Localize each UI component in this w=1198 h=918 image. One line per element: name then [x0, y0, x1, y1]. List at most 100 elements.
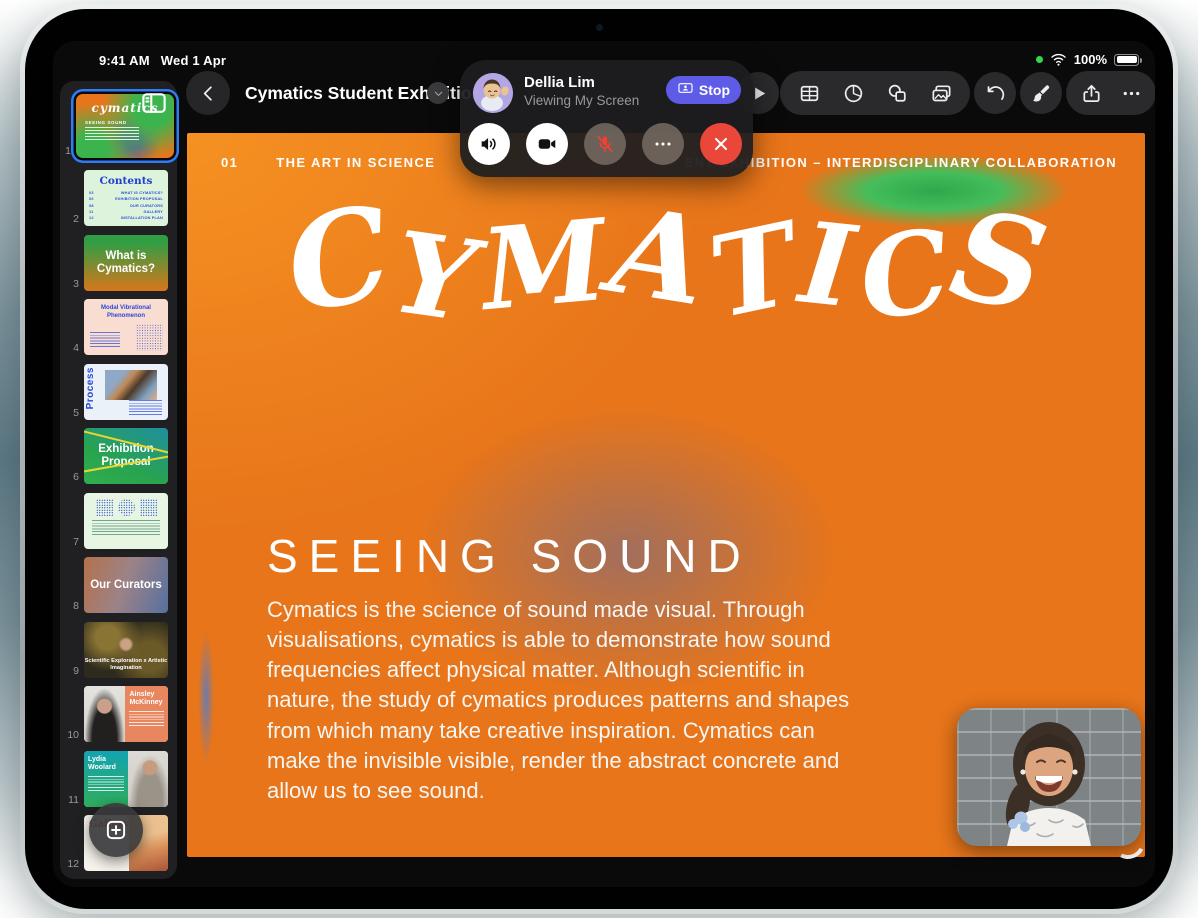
slide-number: 7: [73, 535, 79, 548]
ipad-device-frame: 9:41 AM Wed 1 Apr 100% Cymatics Student …: [20, 4, 1178, 914]
slide-page-number[interactable]: 01: [221, 155, 238, 170]
format-brush-icon: [1032, 84, 1049, 102]
back-button[interactable]: [186, 71, 230, 115]
thumb-photo: [84, 686, 126, 742]
undo-button[interactable]: [974, 72, 1016, 114]
thumb-photo: [105, 369, 157, 400]
slide-thumbnail-3[interactable]: What is Cymatics?: [84, 234, 168, 291]
slide-row: 7: [60, 492, 173, 549]
slide-thumbnail-10[interactable]: Ainsley McKinney: [84, 686, 168, 742]
slide-title-letter: T: [699, 198, 809, 345]
pattern-graphic: [136, 324, 163, 351]
slide-row: 5 Process: [60, 363, 173, 420]
mic-off-icon: [597, 136, 613, 153]
slide-thumbnail-9[interactable]: Scientific Exploration x Artistic Imagin…: [84, 621, 168, 678]
slide-row: 8 Our Curators: [60, 557, 173, 613]
slide-row: 9 Scientific Exploration x Artistic Imagi…: [60, 621, 173, 678]
chevron-down-icon: [434, 91, 442, 96]
slide-row: 4 Modal Vibrational Phenomenon: [60, 299, 173, 355]
slide-number: 10: [67, 729, 79, 741]
format-button[interactable]: [1020, 72, 1062, 114]
memoji-avatar: [473, 73, 513, 113]
slide-number: 11: [68, 793, 79, 806]
status-date: Wed 1 Apr: [160, 53, 227, 68]
slide-row: 3 What is Cymatics?: [60, 234, 173, 291]
shareplay-status: Viewing My Screen: [524, 93, 640, 108]
battery-icon: [1114, 53, 1142, 66]
green-dot-icon: [1035, 56, 1043, 63]
slide-title-letter: C: [851, 204, 959, 347]
mute-button[interactable]: [584, 123, 626, 165]
add-slide-button[interactable]: [89, 803, 143, 857]
slide-number: 8: [73, 600, 79, 612]
slide-row: 11 Lydia Woolard: [60, 750, 173, 807]
chevron-left-icon: [203, 85, 212, 101]
share-button[interactable]: [1076, 76, 1106, 110]
camera-button[interactable]: [526, 123, 568, 165]
chart-icon: [844, 84, 862, 102]
share-icon: [1082, 84, 1100, 102]
slide-number: 12: [67, 858, 79, 870]
title-menu-button[interactable]: [427, 82, 449, 104]
insert-media-button[interactable]: [926, 76, 956, 110]
wifi-icon: [1051, 53, 1066, 66]
slide-thumbnail-6[interactable]: Exhibition Proposal: [84, 428, 168, 484]
call-more-button[interactable]: [642, 123, 684, 165]
facetime-shareplay-overlay: Dellia Lim Viewing My Screen Stop: [460, 60, 753, 177]
slide-number: 5: [73, 406, 79, 419]
contents-item: 12 INSTALLATION PLAN: [89, 216, 163, 220]
close-icon: [714, 137, 728, 151]
slide-heading[interactable]: SEEING SOUND: [267, 529, 752, 583]
thumb-contents-title: Contents: [99, 175, 153, 187]
stop-sharing-button[interactable]: Stop: [665, 76, 741, 104]
slide-thumbnail-4[interactable]: Modal Vibrational Phenomenon: [84, 299, 168, 355]
undo-icon: [987, 85, 1004, 100]
ipad-bezel: 9:41 AM Wed 1 Apr 100% Cymatics Student …: [25, 9, 1173, 909]
screen-share-icon: [678, 83, 693, 93]
call-controls: [460, 123, 753, 165]
slide-number: 1: [65, 145, 71, 157]
more-icon: [1123, 91, 1139, 95]
slide-title-letter: Y: [385, 206, 484, 348]
slide-number: 2: [73, 213, 79, 225]
shapes-icon: [888, 84, 906, 102]
slide-thumbnail-5[interactable]: Process: [84, 363, 168, 420]
status-bar-right: 100%: [1035, 52, 1142, 67]
insert-chart-button[interactable]: [838, 76, 868, 110]
table-icon: [800, 85, 818, 101]
ipad-screen: 9:41 AM Wed 1 Apr 100% Cymatics Student …: [53, 41, 1155, 887]
facetime-pip-video[interactable]: [957, 708, 1141, 846]
slide-thumbnail-8[interactable]: Our Curators: [84, 557, 168, 613]
status-time: 9:41 AM: [99, 53, 150, 68]
slide-number: 4: [73, 342, 79, 354]
more-button[interactable]: [1116, 76, 1146, 110]
slide-thumbnail-2[interactable]: Contents 03 WHAT IS CYMATICS? 06 EXHIBITION …: [84, 170, 168, 226]
camera-icon: [538, 139, 556, 149]
slide-row: 10 Ainsley McKinney: [60, 686, 173, 742]
participant-video-person: [1005, 722, 1091, 846]
battery-percent: 100%: [1073, 52, 1107, 67]
slide-title-letter: C: [276, 177, 403, 343]
marketing-background: 9:41 AM Wed 1 Apr 100% Cymatics Student …: [0, 0, 1198, 918]
slide-thumbnail-7[interactable]: [84, 492, 168, 549]
slide-row: 6 Exhibition Proposal: [60, 428, 173, 484]
speaker-icon: [481, 137, 496, 151]
slide-thumbnail-11[interactable]: Lydia Woolard: [84, 750, 168, 807]
slide-number: 9: [73, 664, 79, 677]
sidebar-toggle-icon[interactable]: [139, 88, 169, 118]
actions-toolbar-group: [1066, 71, 1155, 115]
slide-title-letter: A: [602, 179, 717, 334]
insert-shape-button[interactable]: [882, 76, 912, 110]
stop-label: Stop: [698, 82, 730, 98]
slide-number: 3: [73, 277, 79, 290]
slide-body-text[interactable]: Cymatics is the science of sound made vi…: [267, 595, 855, 806]
status-bar-left: 9:41 AM Wed 1 Apr: [99, 53, 226, 68]
screen-share-icon: [677, 80, 694, 100]
insert-table-button[interactable]: [794, 76, 824, 110]
slide-title-letter: S: [940, 181, 1058, 342]
slide-title[interactable]: CYMATICS: [187, 177, 1145, 425]
speaker-button[interactable]: [468, 123, 510, 165]
insert-toolbar-group: [780, 71, 970, 115]
slide-eyebrow-left[interactable]: THE ART IN SCIENCE: [276, 155, 435, 170]
end-call-button[interactable]: [700, 123, 742, 165]
